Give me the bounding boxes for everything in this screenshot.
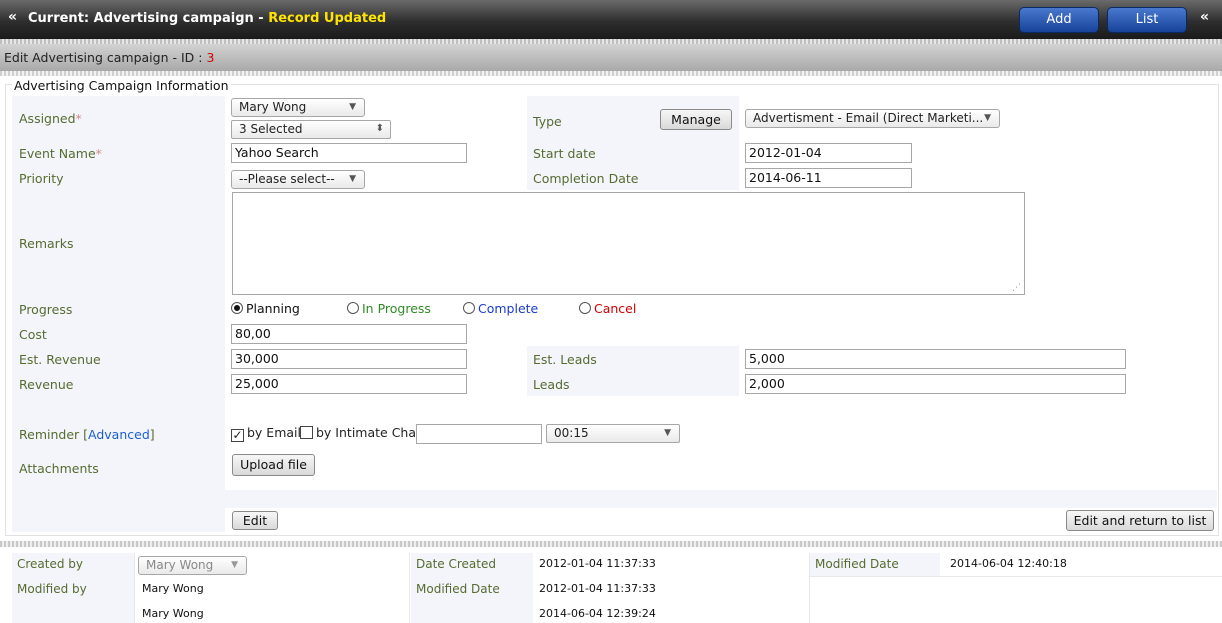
record-id: 3: [206, 50, 215, 65]
revenue-label: Revenue: [19, 377, 74, 392]
progress-radio-complete[interactable]: Complete: [463, 301, 538, 316]
chevron-down-icon: ▼: [349, 174, 356, 184]
revenue-input[interactable]: 25,000: [231, 374, 467, 394]
completion-date-label: Completion Date: [533, 171, 639, 186]
est-revenue-input[interactable]: 30,000: [231, 349, 467, 369]
chevron-down-icon: ▼: [231, 560, 238, 570]
divider: [0, 541, 1222, 547]
add-button[interactable]: Add: [1019, 7, 1099, 33]
modified-date-value-2: 2014-06-04 12:39:24: [539, 607, 656, 620]
progress-radio-cancel[interactable]: Cancel: [579, 301, 636, 316]
created-by-select: Mary Wong ▼: [138, 556, 247, 575]
title-prefix: Current: Advertising campaign -: [28, 11, 269, 26]
priority-label: Priority: [19, 171, 64, 186]
progress-radio-planning[interactable]: Planning: [231, 301, 300, 316]
est-leads-input[interactable]: 5,000: [745, 349, 1126, 369]
reminder-text-input[interactable]: [416, 424, 542, 444]
cost-label: Cost: [19, 327, 47, 342]
edit-button[interactable]: Edit: [232, 511, 278, 530]
modified-date-value: 2012-01-04 11:37:33: [539, 582, 656, 595]
radio-checked-icon: [231, 302, 243, 314]
leads-label: Leads: [533, 377, 570, 392]
advanced-link[interactable]: Advanced: [88, 427, 150, 442]
audit-row-line: [810, 576, 1222, 577]
event-name-label: Event Name*: [19, 146, 102, 161]
assigned-user-select[interactable]: Mary Wong ▼: [231, 98, 365, 117]
assigned-label: Assigned*: [19, 111, 82, 126]
upload-file-button[interactable]: Upload file: [232, 454, 315, 476]
reminder-time-select[interactable]: 00:15 ▼: [546, 424, 680, 443]
manage-button[interactable]: Manage: [660, 109, 732, 130]
chevron-down-icon: ▼: [349, 102, 356, 112]
radio-icon: [579, 302, 591, 314]
edit-record-text: Edit Advertising campaign - ID :: [4, 50, 207, 65]
edit-record-title: Edit Advertising campaign - ID : 3: [4, 50, 214, 65]
progress-label: Progress: [19, 302, 73, 317]
created-by-label: Created by: [17, 557, 84, 571]
list-button[interactable]: List: [1107, 7, 1187, 33]
progress-radio-in-progress[interactable]: In Progress: [347, 301, 431, 316]
type-select[interactable]: Advertisment - Email (Direct Marketi... ▼: [745, 109, 1000, 128]
remarks-label: Remarks: [19, 236, 74, 251]
priority-select[interactable]: --Please select-- ▼: [231, 170, 365, 189]
page-title: Current: Advertising campaign - Record U…: [28, 11, 386, 26]
modified-by-value: Mary Wong: [142, 582, 204, 595]
date-created-value: 2012-01-04 11:37:33: [539, 557, 656, 570]
right-modified-date-label: Modified Date: [815, 557, 899, 571]
chevron-down-icon: ▼: [664, 428, 671, 438]
reminder-email-checkbox[interactable]: ✓ by Email: [231, 425, 301, 442]
checkbox-checked-icon: ✓: [231, 428, 244, 442]
cost-input[interactable]: 80,00: [231, 324, 467, 344]
radio-icon: [463, 302, 475, 314]
radio-icon: [347, 302, 359, 314]
event-name-input[interactable]: Yahoo Search: [231, 143, 467, 163]
leads-input[interactable]: 2,000: [745, 374, 1126, 394]
divider: [0, 71, 1222, 76]
modified-date-label: Modified Date: [416, 582, 500, 596]
collapse-left-icon[interactable]: «: [8, 9, 17, 25]
completion-date-input[interactable]: 2014-06-11: [745, 168, 912, 188]
collapse-right-icon[interactable]: «: [1200, 9, 1209, 25]
reminder-label: Reminder [Advanced]: [19, 427, 155, 442]
sub-header: Edit Advertising campaign - ID : 3: [0, 44, 1222, 71]
remarks-textarea[interactable]: [232, 192, 1025, 295]
start-date-input[interactable]: 2012-01-04: [745, 143, 912, 163]
reminder-chat-checkbox[interactable]: by Intimate Chat: [300, 425, 421, 440]
est-revenue-label: Est. Revenue: [19, 352, 101, 367]
checkbox-icon: [300, 426, 313, 439]
form-footer-band: [225, 490, 1217, 508]
chevron-down-icon: ▼: [984, 113, 991, 123]
resize-handle-icon[interactable]: ⋰: [1012, 283, 1021, 293]
modified-by-value-2: Mary Wong: [142, 607, 204, 620]
type-label: Type: [533, 114, 562, 129]
record-status: Record Updated: [268, 11, 387, 26]
section-legend: Advertising Campaign Information: [12, 78, 231, 93]
est-leads-label: Est. Leads: [533, 352, 597, 367]
edit-and-return-button[interactable]: Edit and return to list: [1066, 510, 1214, 531]
attachments-label: Attachments: [19, 461, 99, 476]
top-bar: « Current: Advertising campaign - Record…: [0, 0, 1222, 39]
right-modified-date-value: 2014-06-04 12:40:18: [950, 557, 1067, 570]
updown-icon: ⬍: [375, 123, 384, 134]
modified-by-label: Modified by: [17, 582, 87, 596]
start-date-label: Start date: [533, 146, 596, 161]
assigned-multi-select[interactable]: 3 Selected ⬍: [231, 120, 391, 139]
date-created-label: Date Created: [416, 557, 496, 571]
